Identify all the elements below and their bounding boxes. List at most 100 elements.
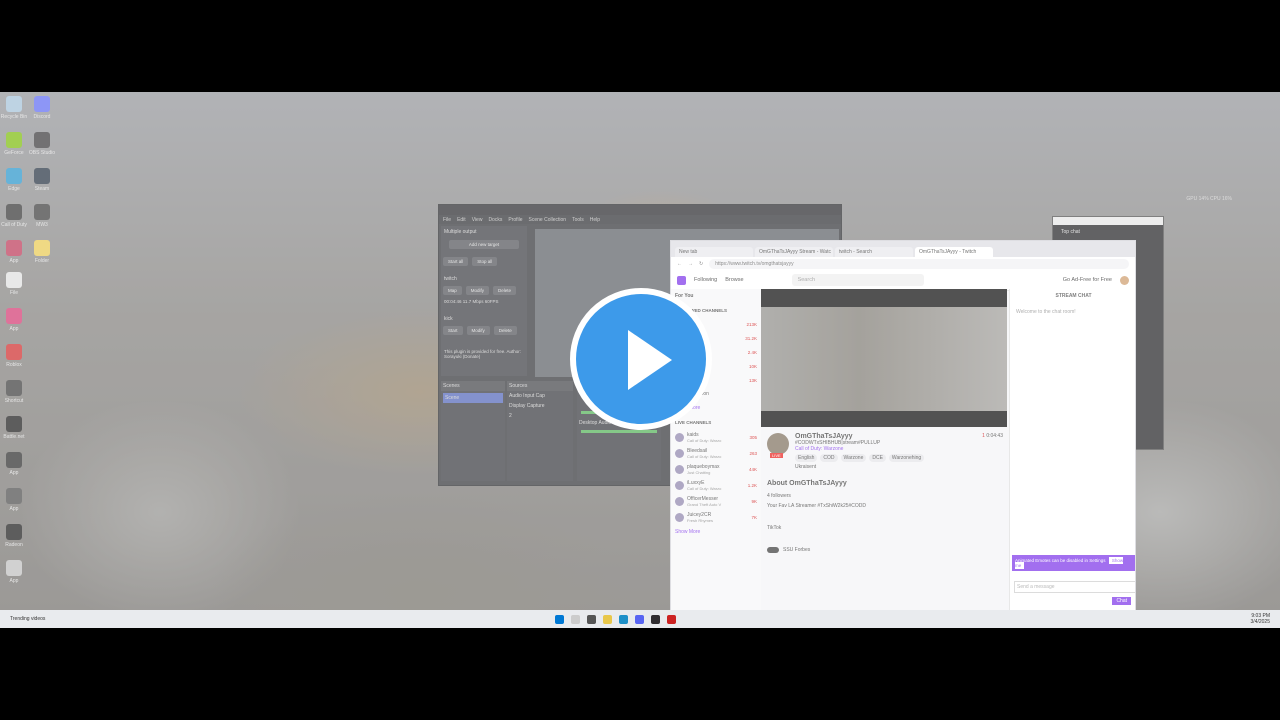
taskbar: Trending videos 9:03 PM 3/4/2025	[0, 610, 1280, 628]
kick-modify-button[interactable]: Modify	[466, 326, 490, 335]
obs-menu-edit[interactable]: Edit	[457, 217, 466, 223]
video-player[interactable]	[761, 289, 1007, 427]
desktop-icon[interactable]: Discord	[22, 96, 62, 120]
desktop-icon[interactable]: App	[0, 560, 34, 584]
scene-item[interactable]: Scene	[443, 393, 503, 403]
channel-row[interactable]: kaids Call of Duty: Warzo 305	[671, 429, 761, 445]
discord-icon[interactable]	[635, 614, 645, 624]
channel-row[interactable]: plaqueboymax Just Chatting 44K	[671, 461, 761, 477]
sources-title: Sources	[507, 381, 573, 391]
popout-titlebar[interactable]	[1053, 217, 1163, 225]
channel-name: Bleedsail Call of Duty: Warzo	[687, 447, 722, 459]
source-item[interactable]: Audio Input Cap	[507, 391, 573, 401]
user-avatar[interactable]	[1120, 275, 1129, 285]
tag-pill[interactable]: DCE	[869, 454, 886, 462]
obs-menu-help[interactable]: Help	[590, 217, 600, 223]
forward-icon[interactable]: →	[688, 261, 693, 267]
reload-icon[interactable]: ↻	[699, 261, 703, 267]
app-icon	[34, 240, 50, 256]
task-view-icon[interactable]	[587, 614, 597, 624]
ssu-label: SSU Forbes	[783, 547, 811, 553]
desktop-icon[interactable]: App	[0, 308, 34, 332]
source-item[interactable]: 2	[507, 411, 573, 421]
file-explorer-icon[interactable]	[603, 614, 613, 624]
channel-avatar[interactable]: LIVE	[767, 433, 789, 458]
browser-window[interactable]: New tab OmGThaTsJAyyy Stream - Watc twit…	[670, 240, 1136, 612]
channel-name[interactable]: OmGThaTsJAyyy	[795, 433, 976, 440]
ssu-toggle[interactable]	[767, 547, 779, 553]
icon-label: Roblox	[6, 362, 22, 368]
top-chat-title[interactable]: Top chat	[1053, 225, 1163, 239]
nav-browse[interactable]: Browse	[725, 277, 743, 283]
url-field[interactable]: https://www.twitch.tv/omgthatsjayyy	[709, 258, 1129, 269]
app-icon	[6, 204, 22, 220]
start-icon[interactable]	[555, 614, 565, 624]
tab-new-tab[interactable]: New tab	[675, 247, 753, 257]
chat-input[interactable]: Send a message	[1014, 581, 1135, 593]
twitch-search-input[interactable]: Search	[791, 274, 924, 286]
tag-pill[interactable]: Warzonehing	[888, 454, 925, 462]
viewer-count: 305	[749, 434, 757, 440]
tag-pill[interactable]: COD	[820, 454, 838, 462]
tab-twitch-channel[interactable]: OmGThaTsJAyyy - Twitch	[915, 247, 993, 257]
tag-pill[interactable]: Warzone	[840, 454, 867, 462]
twitch-modify-button[interactable]: Modify	[465, 286, 490, 295]
play-button[interactable]	[570, 288, 712, 430]
desktop-icon[interactable]: OBS Studio	[22, 132, 62, 156]
show-more-live[interactable]: Show More	[671, 525, 761, 539]
channel-row[interactable]: OfficerMesser Grand Theft Auto V 9K	[671, 493, 761, 509]
desktop-icon[interactable]: File	[0, 272, 34, 296]
twitch-map-button[interactable]: Map	[443, 286, 462, 295]
icon-label: OBS Studio	[28, 150, 56, 156]
tag-extra[interactable]: Ukraisent	[795, 464, 976, 470]
desktop-icon[interactable]: App	[0, 452, 34, 476]
obs-menu-profile[interactable]: Profile	[508, 217, 522, 223]
chat-send-button[interactable]: Chat	[1112, 597, 1131, 605]
app-icon[interactable]	[667, 614, 677, 624]
channel-category: Call of Duty: Warzo	[687, 453, 722, 459]
icon-label: MW3	[36, 222, 48, 228]
obs-titlebar[interactable]	[439, 205, 841, 215]
search-icon[interactable]	[571, 614, 581, 624]
tag-pill[interactable]: English	[795, 454, 818, 462]
stream-video[interactable]	[761, 307, 1007, 411]
desktop-icon[interactable]: Roblox	[0, 344, 34, 368]
channel-name: OfficerMesser Grand Theft Auto V	[687, 495, 722, 507]
desktop-icon[interactable]: Folder	[22, 240, 62, 264]
tab-stream-watch[interactable]: OmGThaTsJAyyy Stream - Watc	[755, 247, 833, 257]
obs-menu-docks[interactable]: Docks	[488, 217, 502, 223]
desktop-icon[interactable]: Steam	[22, 168, 62, 192]
twitch-logo-icon[interactable]	[677, 275, 686, 285]
channel-row[interactable]: iLuxxyE Call of Duty: Warzo 1.2K	[671, 477, 761, 493]
desktop-icon[interactable]: Shortcut	[0, 380, 34, 404]
edge-icon[interactable]	[619, 614, 629, 624]
desktop-icon[interactable]: App	[0, 488, 34, 512]
kick-start-button[interactable]: Start	[443, 326, 463, 335]
ad-free-link[interactable]: Go Ad-Free for Free	[1063, 277, 1112, 283]
channel-row[interactable]: Juicey2CR Fresh Rhymes 7K	[671, 509, 761, 525]
obs-menu-tools[interactable]: Tools	[572, 217, 584, 223]
source-item[interactable]: Display Capture	[507, 401, 573, 411]
obs-menu-view[interactable]: View	[472, 217, 483, 223]
game-link[interactable]: Call of Duty: Warzone	[795, 446, 976, 452]
obs-menu-scene-collection[interactable]: Scene Collection	[529, 217, 567, 223]
kick-delete-button[interactable]: Delete	[493, 326, 517, 335]
desktop-icon[interactable]: Radeon	[0, 524, 34, 548]
start-all-button[interactable]: Start all	[443, 257, 469, 266]
channel-row[interactable]: Bleedsail Call of Duty: Warzo 263	[671, 445, 761, 461]
taskbar-notice[interactable]: Trending videos	[10, 616, 45, 622]
add-target-button[interactable]: Add new target	[449, 240, 519, 249]
tab-search[interactable]: twitch - Search	[835, 247, 913, 257]
nav-following[interactable]: Following	[694, 277, 717, 283]
tiktok-link[interactable]: TikTok	[767, 525, 1003, 531]
obs-icon[interactable]	[651, 614, 661, 624]
avatar	[675, 512, 684, 522]
desktop-icon[interactable]: MW3	[22, 204, 62, 228]
twitch-delete-button[interactable]: Delete	[493, 286, 517, 295]
stop-all-button[interactable]: Stop all	[472, 257, 498, 266]
viewer-count: 263	[749, 450, 757, 456]
desktop-icon[interactable]: Battle.net	[0, 416, 34, 440]
obs-menu-file[interactable]: File	[443, 217, 451, 223]
back-icon[interactable]: ←	[677, 261, 682, 267]
uptime: 0:04:43	[986, 433, 1003, 439]
